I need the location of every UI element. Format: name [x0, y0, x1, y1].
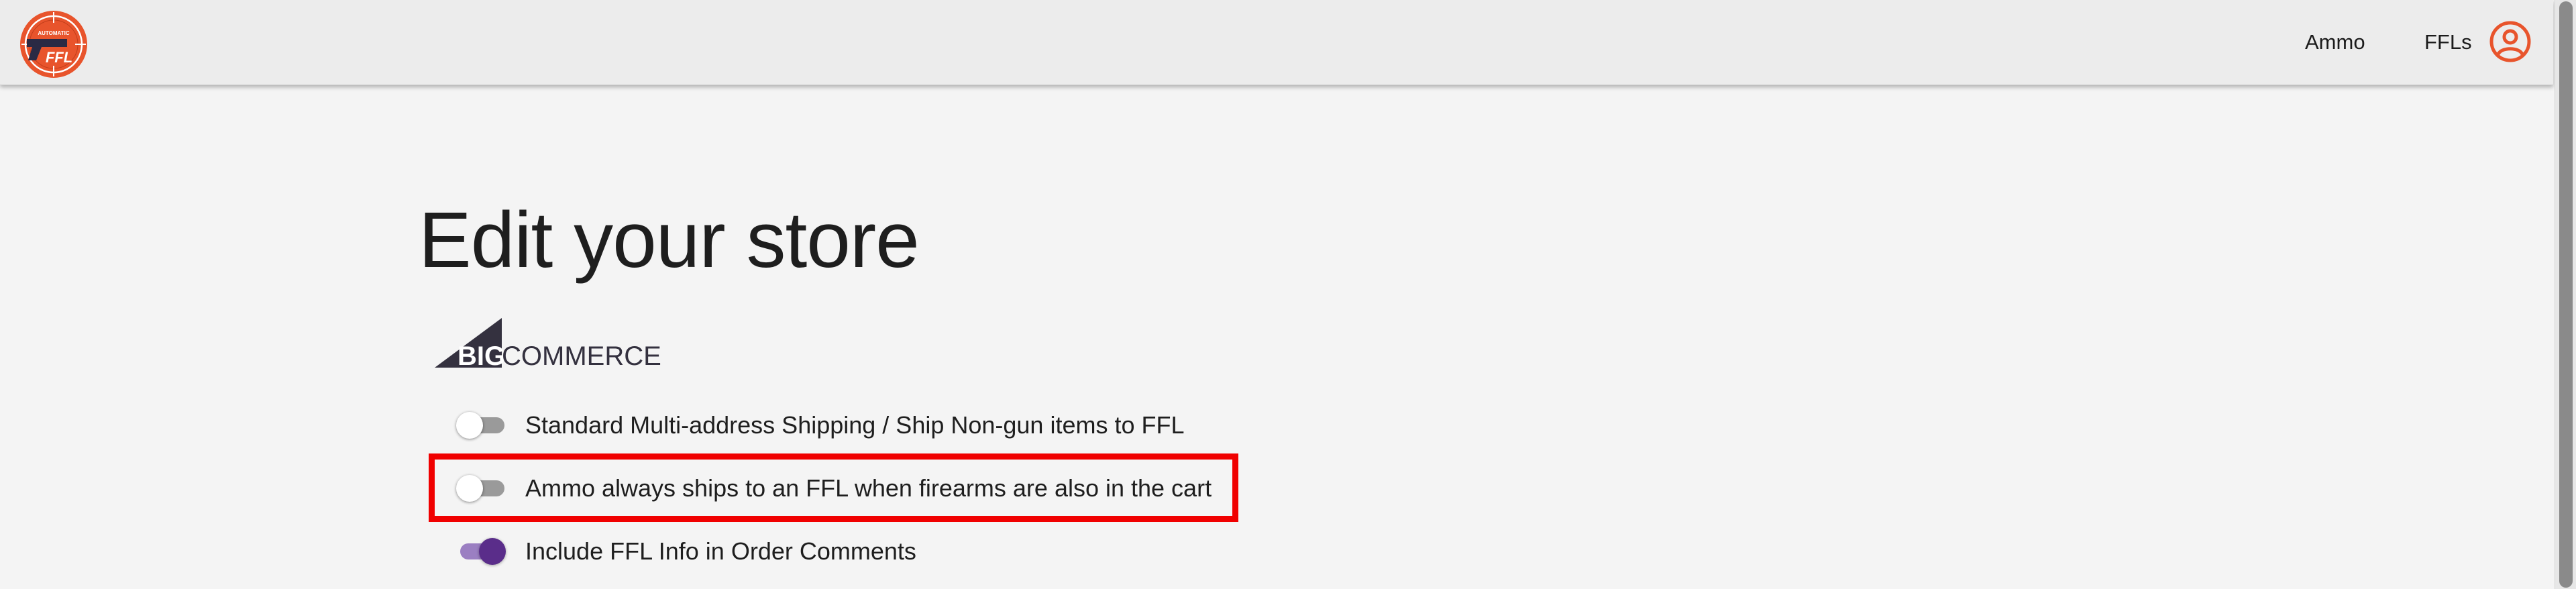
- bigcommerce-logo-suffix: COMMERCE: [502, 341, 661, 371]
- page-title: Edit your store: [419, 196, 920, 284]
- automatic-ffl-logo[interactable]: AUTOMATIC FFL: [19, 9, 89, 79]
- multi-address-shipping-toggle[interactable]: [456, 412, 504, 439]
- ammo-ships-to-ffl-toggle[interactable]: [456, 475, 504, 502]
- ammo-ships-to-ffl-label: Ammo always ships to an FFL when firearm…: [525, 474, 1212, 502]
- scrollbar-thumb[interactable]: [2559, 1, 2573, 588]
- multi-address-shipping-label: Standard Multi-address Shipping / Ship N…: [525, 411, 1185, 439]
- bigcommerce-logo: BIG COMMERCE: [435, 318, 661, 371]
- bigcommerce-logo-prefix: BIG: [458, 341, 505, 371]
- vertical-scrollbar[interactable]: [2555, 0, 2576, 589]
- include-ffl-info-toggle[interactable]: [456, 538, 506, 565]
- svg-text:AUTOMATIC: AUTOMATIC: [38, 30, 69, 36]
- toggle-knob: [479, 538, 506, 565]
- top-app-bar: AUTOMATIC FFL Ammo FFLs: [0, 0, 2553, 85]
- svg-text:FFL: FFL: [46, 49, 72, 66]
- toggle-knob: [456, 475, 483, 502]
- nav-ffls-link[interactable]: FFLs: [2424, 30, 2472, 55]
- account-circle-icon[interactable]: [2489, 20, 2532, 63]
- toggle-knob: [456, 412, 483, 439]
- include-ffl-info-label: Include FFL Info in Order Comments: [525, 537, 916, 565]
- nav-ammo-link[interactable]: Ammo: [2305, 30, 2365, 55]
